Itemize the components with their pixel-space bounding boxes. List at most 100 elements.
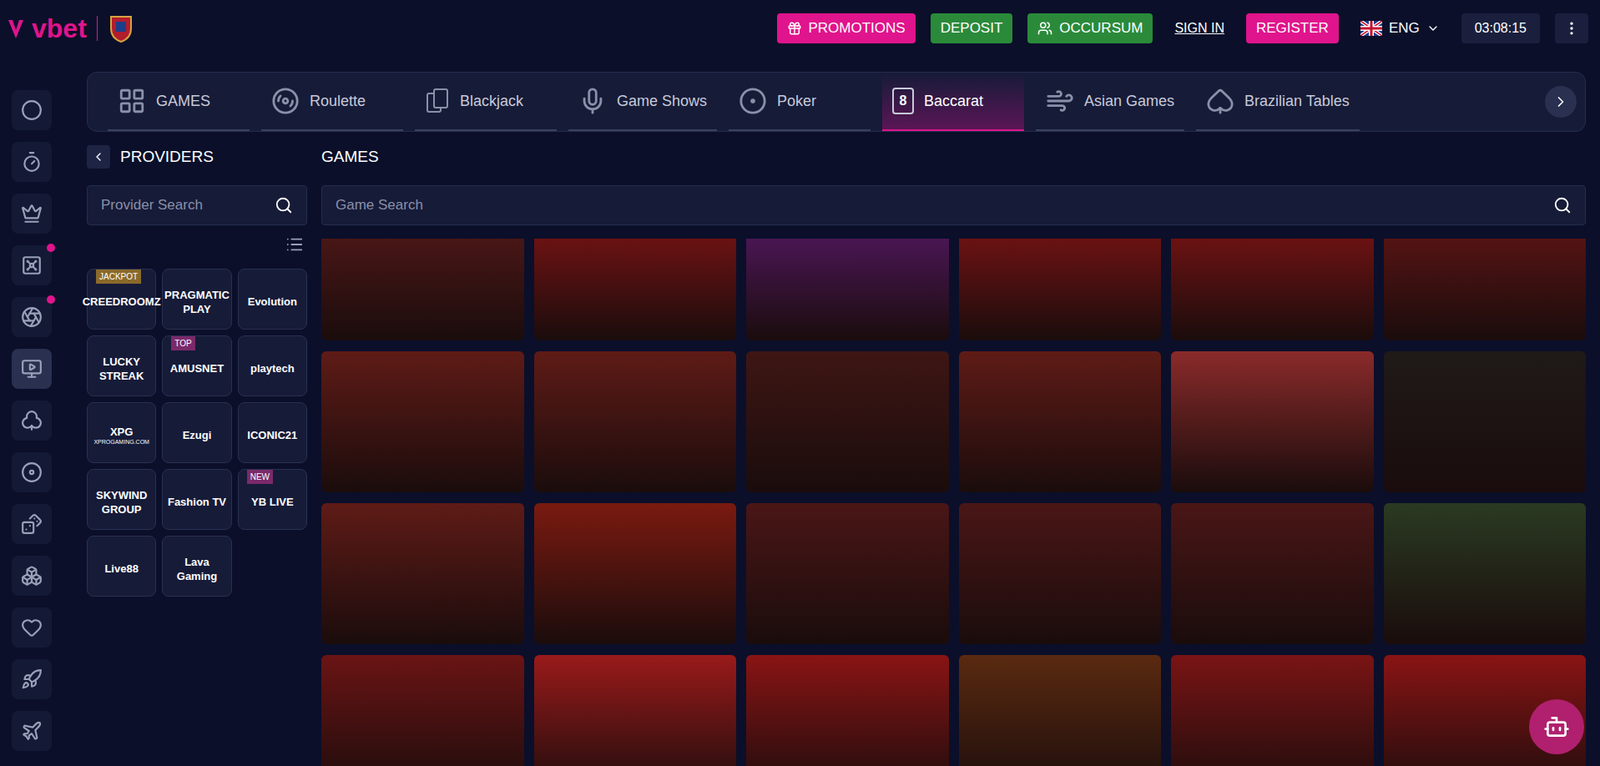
category-tab[interactable]: Roulette <box>261 72 404 132</box>
rail-item[interactable] <box>11 607 52 648</box>
gift-icon <box>787 20 803 36</box>
menu-button[interactable] <box>1554 13 1589 44</box>
header-button[interactable]: REGISTER <box>1246 13 1339 44</box>
provider-card[interactable]: NEWYB LIVE <box>237 469 308 530</box>
back-button[interactable] <box>86 145 111 169</box>
language-select[interactable]: ENG <box>1360 17 1440 40</box>
game-tile[interactable] <box>534 503 737 645</box>
crest-icon <box>107 13 135 44</box>
list-view-icon[interactable] <box>285 235 304 254</box>
provider-badge: JACKPOT <box>95 269 142 284</box>
category-tab[interactable]: GAMES <box>107 72 250 132</box>
category-bar: GAMESRouletteBlackjackGame ShowsPoker8Ba… <box>86 71 1586 132</box>
provider-card[interactable]: playtech <box>237 335 308 397</box>
baccarat-card-icon: 8 <box>892 87 914 115</box>
rail-item[interactable] <box>11 711 52 752</box>
scroll-right-button[interactable] <box>1544 85 1577 118</box>
game-tile[interactable] <box>534 238 737 341</box>
rail-icon <box>20 254 43 277</box>
rail-icon <box>20 616 43 639</box>
header-button[interactable]: DEPOSIT <box>930 13 1014 44</box>
provider-badge: TOP <box>171 336 195 351</box>
chat-button[interactable] <box>1529 699 1585 755</box>
games-grid-viewport <box>321 238 1586 766</box>
rail-item[interactable] <box>11 297 52 338</box>
provider-card[interactable]: Ezugi <box>161 402 232 464</box>
category-tab[interactable]: Poker <box>728 72 871 132</box>
category-tab[interactable]: Brazilian Tables <box>1196 72 1360 132</box>
users-icon <box>1037 20 1053 36</box>
game-tile[interactable] <box>1170 351 1374 493</box>
category-icon <box>271 86 300 116</box>
header: vbet PROMOTIONS DEPOSIT OCCURSUM SIGN IN REGI… <box>0 0 1600 57</box>
category-icon <box>1045 86 1075 116</box>
provider-card[interactable]: Live88 <box>86 535 157 597</box>
game-tile[interactable] <box>321 351 525 493</box>
provider-card[interactable]: XPGXPROGAMING.COM <box>86 402 157 464</box>
game-tile[interactable] <box>746 655 949 766</box>
category-tab[interactable]: Asian Games <box>1035 72 1185 132</box>
search-icon <box>274 196 293 215</box>
provider-card[interactable]: ICONIC21 <box>237 402 308 464</box>
rail-item[interactable] <box>11 141 52 182</box>
header-button[interactable]: PROMOTIONS <box>777 13 916 44</box>
game-tile[interactable] <box>1383 503 1587 645</box>
sign-in-link[interactable]: SIGN IN <box>1167 18 1232 39</box>
provider-card[interactable]: Fashion TV <box>161 469 232 530</box>
rail-item[interactable] <box>11 245 52 286</box>
rail-icon <box>20 461 43 484</box>
category-icon <box>117 86 147 116</box>
side-rail <box>0 56 63 766</box>
game-tile[interactable] <box>746 503 949 645</box>
provider-card[interactable]: LUCKY STREAK <box>86 335 157 397</box>
rail-item[interactable] <box>11 555 52 596</box>
game-tile[interactable] <box>1170 655 1374 766</box>
game-tile[interactable] <box>746 351 949 493</box>
rail-item[interactable] <box>11 193 52 234</box>
game-tile[interactable] <box>1170 503 1374 645</box>
provider-card[interactable]: Lava Gaming <box>161 535 232 597</box>
header-button[interactable]: OCCURSUM <box>1027 13 1153 44</box>
uk-flag-icon <box>1360 20 1383 36</box>
category-tab[interactable]: Game Shows <box>568 72 717 132</box>
provider-badge: NEW <box>247 469 273 485</box>
rail-item[interactable] <box>11 400 52 441</box>
logo[interactable]: vbet <box>6 13 135 44</box>
game-tile[interactable] <box>534 655 737 766</box>
rail-item[interactable] <box>11 504 52 545</box>
game-tile[interactable] <box>746 238 949 341</box>
provider-card[interactable]: PRAGMATIC PLAY <box>161 268 232 330</box>
rail-item[interactable] <box>11 90 52 131</box>
notification-dot <box>46 295 56 304</box>
game-tile[interactable] <box>534 351 737 493</box>
game-search[interactable]: Game Search <box>321 185 1586 226</box>
game-tile[interactable] <box>958 351 1162 493</box>
game-tile[interactable] <box>321 238 525 341</box>
category-tab[interactable]: 8Baccarat <box>882 72 1025 132</box>
game-tile[interactable] <box>1383 238 1587 341</box>
provider-card[interactable]: TOPAMUSNET <box>161 335 232 397</box>
notification-dot <box>46 243 56 253</box>
category-tab[interactable]: Blackjack <box>414 72 557 132</box>
provider-card[interactable]: Evolution <box>237 268 308 330</box>
providers-panel: PROVIDERSProvider SearchJACKPOTCREEDROOM… <box>86 141 308 766</box>
provider-search[interactable]: Provider Search <box>86 185 308 226</box>
rail-icon <box>20 668 43 691</box>
rail-item[interactable] <box>11 452 52 493</box>
rail-item[interactable] <box>11 659 52 700</box>
game-tile[interactable] <box>958 238 1162 341</box>
game-tile[interactable] <box>321 503 525 645</box>
games-panel: GAMESGame Search <box>321 141 1586 766</box>
provider-card[interactable]: SKYWIND GROUP <box>86 469 157 530</box>
provider-card[interactable]: JACKPOTCREEDROOMZ <box>86 268 157 330</box>
rail-icon <box>20 202 43 225</box>
category-icon <box>738 86 768 116</box>
game-tile[interactable] <box>321 655 525 766</box>
game-tile[interactable] <box>1383 351 1587 493</box>
category-icon <box>578 86 607 116</box>
game-tile[interactable] <box>958 655 1162 766</box>
game-tile[interactable] <box>958 503 1162 645</box>
game-tile[interactable] <box>1170 238 1374 341</box>
category-icon <box>1206 86 1235 116</box>
rail-item[interactable] <box>11 348 52 389</box>
